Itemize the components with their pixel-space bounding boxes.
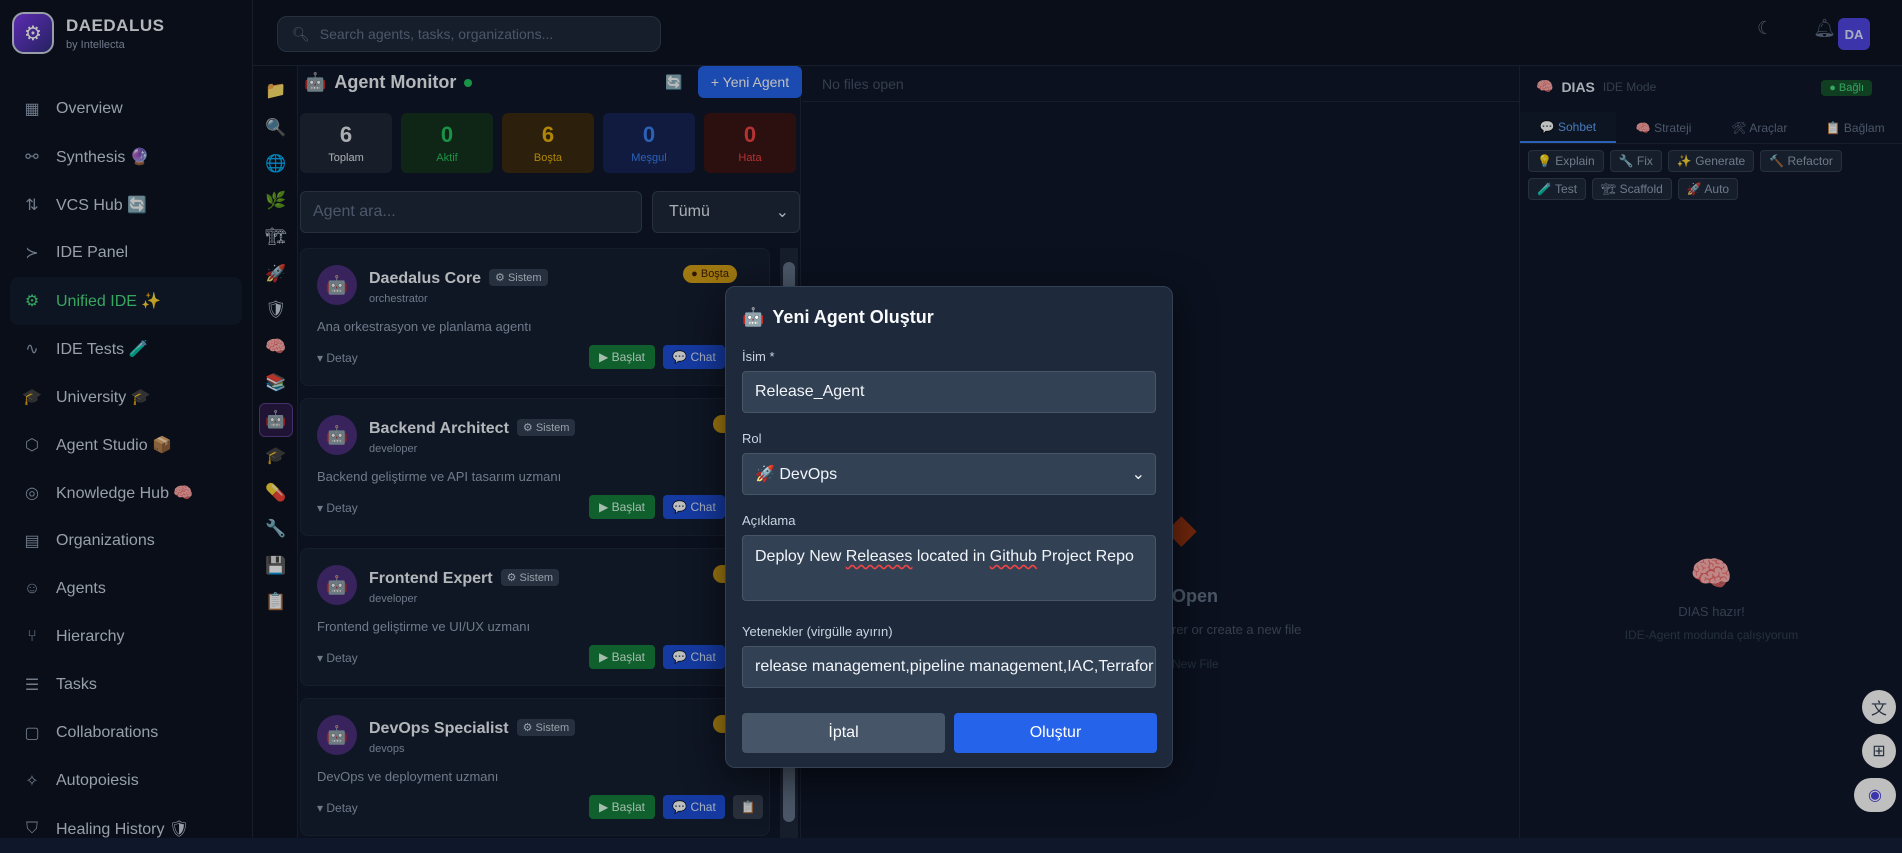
modal-title: 🤖 Yeni Agent Oluştur <box>742 307 934 328</box>
description-text: Deploy New Releases located in Github Pr… <box>755 548 1134 565</box>
description-label: Açıklama <box>742 513 796 528</box>
skills-label: Yetenekler (virgülle ayırın) <box>742 624 893 639</box>
role-select[interactable]: 🚀 DevOps ⌄ <box>742 453 1156 495</box>
role-value: 🚀 DevOps <box>755 466 838 483</box>
name-field[interactable]: Release_Agent <box>742 371 1156 413</box>
skills-field[interactable]: release management,pipeline management,I… <box>742 646 1156 688</box>
role-label: Rol <box>742 431 762 446</box>
name-label: İsim * <box>742 349 775 364</box>
modal-title-text: Yeni Agent Oluştur <box>772 307 934 327</box>
chevron-down-icon: ⌄ <box>1131 466 1145 483</box>
create-button[interactable]: Oluştur <box>954 713 1157 753</box>
cancel-button[interactable]: İptal <box>742 713 945 753</box>
description-field[interactable]: Deploy New Releases located in Github Pr… <box>742 535 1156 601</box>
new-agent-modal: 🤖 Yeni Agent Oluştur İsim * Release_Agen… <box>725 286 1173 768</box>
robot-icon: 🤖 <box>742 307 765 327</box>
